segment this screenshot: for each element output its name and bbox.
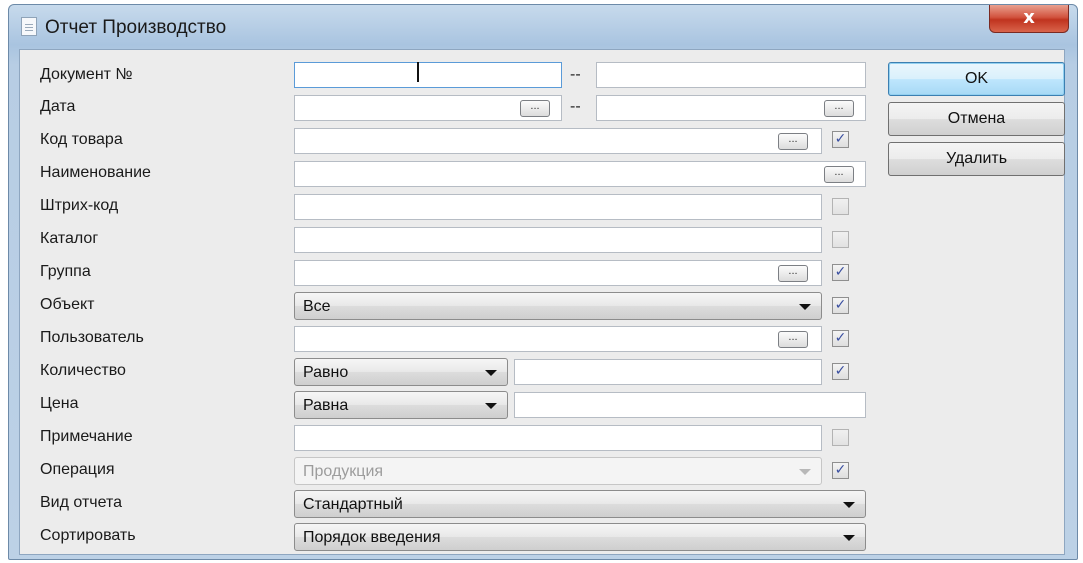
chevron-down-icon xyxy=(843,502,855,508)
price-input[interactable] xyxy=(514,392,866,418)
chevron-down-icon xyxy=(485,403,497,409)
object-select-value: Все xyxy=(303,298,331,315)
label-user: Пользователь xyxy=(40,329,144,346)
range-separator: -- xyxy=(570,66,581,83)
chevron-down-icon xyxy=(799,304,811,310)
close-button[interactable]: x xyxy=(989,5,1069,33)
document-number-from-input[interactable] xyxy=(294,62,562,88)
label-object: Объект xyxy=(40,296,95,313)
report-type-value: Стандартный xyxy=(303,496,403,513)
window-title: Отчет Производство xyxy=(45,17,227,38)
user-input[interactable] xyxy=(294,326,822,352)
note-input[interactable] xyxy=(294,425,822,451)
chevron-down-icon xyxy=(799,469,811,475)
label-document-number: Документ № xyxy=(40,66,133,83)
label-group: Группа xyxy=(40,263,91,280)
quantity-checkbox[interactable]: ✓ xyxy=(832,363,849,380)
label-catalog: Каталог xyxy=(40,230,99,247)
sort-select-value: Порядок введения xyxy=(303,529,441,546)
product-code-input[interactable] xyxy=(294,128,822,154)
report-type-select[interactable]: Стандартный xyxy=(294,490,866,518)
label-sort: Сортировать xyxy=(40,527,136,544)
price-operator-value: Равна xyxy=(303,397,349,414)
title-bar: Отчет Производство x xyxy=(9,5,1077,49)
barcode-input[interactable] xyxy=(294,194,822,220)
operation-checkbox[interactable]: ✓ xyxy=(832,462,849,479)
object-select[interactable]: Все xyxy=(294,292,822,320)
operation-select-value: Продукция xyxy=(303,463,384,480)
label-price: Цена xyxy=(40,395,79,412)
group-browse-button[interactable]: ... xyxy=(778,265,808,282)
sort-select[interactable]: Порядок введения xyxy=(294,523,866,551)
user-browse-button[interactable]: ... xyxy=(778,331,808,348)
document-icon xyxy=(21,17,37,36)
label-note: Примечание xyxy=(40,428,133,445)
label-barcode: Штрих-код xyxy=(40,197,119,214)
group-checkbox[interactable]: ✓ xyxy=(832,264,849,281)
note-checkbox[interactable] xyxy=(832,429,849,446)
chevron-down-icon xyxy=(843,535,855,541)
label-product-code: Код товара xyxy=(40,131,123,148)
group-input[interactable] xyxy=(294,260,822,286)
operation-select[interactable]: Продукция xyxy=(294,457,822,485)
object-checkbox[interactable]: ✓ xyxy=(832,297,849,314)
catalog-input[interactable] xyxy=(294,227,822,253)
label-name: Наименование xyxy=(40,164,151,181)
quantity-operator-value: Равно xyxy=(303,364,349,381)
quantity-input[interactable] xyxy=(514,359,822,385)
document-number-to-input[interactable] xyxy=(596,62,866,88)
name-input[interactable] xyxy=(294,161,866,187)
price-operator-select[interactable]: Равна xyxy=(294,391,508,419)
dialog-body: Документ № -- Дата ... -- ... Код товара… xyxy=(19,49,1065,555)
dialog-window: Отчет Производство x Документ № -- Дата … xyxy=(8,4,1078,560)
label-report-type: Вид отчета xyxy=(40,494,123,511)
range-separator: -- xyxy=(570,98,581,115)
date-from-browse-button[interactable]: ... xyxy=(520,100,550,117)
delete-button[interactable]: Удалить xyxy=(888,142,1065,176)
product-code-browse-button[interactable]: ... xyxy=(778,133,808,150)
label-date: Дата xyxy=(40,98,76,115)
date-to-browse-button[interactable]: ... xyxy=(824,100,854,117)
user-checkbox[interactable]: ✓ xyxy=(832,330,849,347)
ok-button[interactable]: OK xyxy=(888,62,1065,96)
name-browse-button[interactable]: ... xyxy=(824,166,854,183)
text-cursor xyxy=(417,62,419,82)
product-code-checkbox[interactable]: ✓ xyxy=(832,131,849,148)
label-operation: Операция xyxy=(40,461,115,478)
quantity-operator-select[interactable]: Равно xyxy=(294,358,508,386)
cancel-button[interactable]: Отмена xyxy=(888,102,1065,136)
label-quantity: Количество xyxy=(40,362,126,379)
catalog-checkbox[interactable] xyxy=(832,231,849,248)
barcode-checkbox[interactable] xyxy=(832,198,849,215)
chevron-down-icon xyxy=(485,370,497,376)
